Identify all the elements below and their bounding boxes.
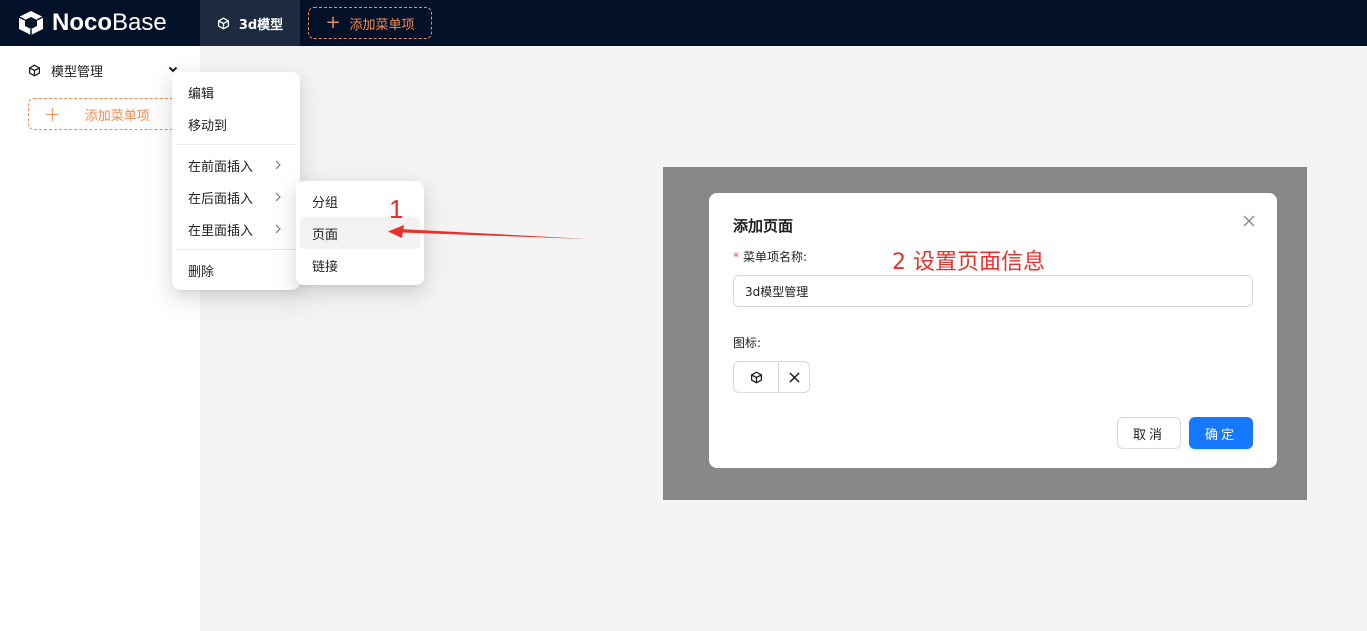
- required-mark: *: [733, 250, 739, 264]
- submenu-item-label: 链接: [312, 259, 339, 275]
- menu-item-insert-inside[interactable]: 在里面插入: [176, 215, 296, 243]
- chevron-right-icon: [275, 224, 281, 234]
- menu-name-input[interactable]: 3d模型管理: [733, 275, 1253, 307]
- tab-label: 3d模型: [238, 17, 284, 33]
- submenu-item-label: 分组: [312, 195, 339, 211]
- add-menu-item-button-top[interactable]: + 添加菜单项: [308, 7, 432, 39]
- logo-text: NocoBase: [52, 9, 167, 36]
- context-menu: 编辑 移动到 在前面插入 在后面插入 在里面插入 删除: [172, 72, 300, 290]
- sidebar-item-model-management[interactable]: 模型管理: [28, 60, 183, 80]
- close-icon: [788, 371, 800, 383]
- tab-3d-model[interactable]: 3d模型: [200, 0, 300, 46]
- menu-name-value: 3d模型管理: [745, 284, 809, 299]
- chevron-right-icon: [275, 192, 281, 202]
- add-menu-item-button-sidebar[interactable]: + 添加菜单项: [28, 98, 188, 130]
- annotation-step-2: 2 设置页面信息: [892, 250, 1045, 275]
- sidebar: 模型管理 + 添加菜单项: [0, 46, 200, 631]
- menu-divider: [176, 144, 296, 145]
- nocobase-logo-icon: [18, 11, 44, 35]
- add-page-dialog: 添加页面 * 菜单项名称: 3d模型管理 图标: 取消 确定: [709, 193, 1277, 468]
- menu-item-label: 删除: [188, 264, 215, 280]
- menu-item-label: 移动到: [188, 118, 228, 134]
- dialog-title: 添加页面: [733, 217, 794, 235]
- plus-icon: +: [44, 102, 61, 126]
- submenu-item-label: 页面: [312, 227, 339, 243]
- cube-icon: [217, 17, 229, 29]
- annotation-arrow: [388, 225, 588, 239]
- top-navbar: NocoBase 3d模型 + 添加菜单项: [0, 0, 1367, 46]
- menu-item-label: 在后面插入: [188, 191, 254, 207]
- menu-item-label: 在前面插入: [188, 159, 254, 175]
- menu-name-label-text: 菜单项名称:: [743, 250, 808, 264]
- submenu-item-link[interactable]: 链接: [300, 249, 420, 281]
- cube-icon: [28, 64, 41, 76]
- menu-name-label: * 菜单项名称:: [733, 248, 807, 265]
- cancel-button[interactable]: 取消: [1117, 417, 1181, 449]
- icon-select-button[interactable]: [734, 362, 779, 392]
- nocobase-logo[interactable]: NocoBase: [16, 9, 167, 37]
- add-menu-item-label: 添加菜单项: [349, 17, 415, 33]
- icon-label: 图标:: [733, 336, 762, 350]
- cube-icon: [750, 371, 762, 383]
- menu-divider: [176, 249, 296, 250]
- add-menu-item-label: 添加菜单项: [84, 108, 150, 124]
- menu-item-move-to[interactable]: 移动到: [176, 110, 296, 138]
- icon-picker: [733, 361, 810, 393]
- icon-clear-button[interactable]: [779, 362, 809, 392]
- ok-button[interactable]: 确定: [1189, 417, 1253, 449]
- close-icon[interactable]: [1241, 213, 1257, 229]
- plus-icon: +: [325, 12, 341, 33]
- chevron-right-icon: [275, 160, 281, 170]
- menu-item-label: 编辑: [188, 86, 215, 102]
- menu-item-label: 在里面插入: [188, 223, 254, 239]
- sidebar-item-label: 模型管理: [51, 64, 104, 80]
- menu-item-insert-before[interactable]: 在前面插入: [176, 151, 296, 179]
- menu-item-edit[interactable]: 编辑: [176, 78, 296, 106]
- menu-item-insert-after[interactable]: 在后面插入: [176, 183, 296, 211]
- menu-item-delete[interactable]: 删除: [176, 256, 296, 284]
